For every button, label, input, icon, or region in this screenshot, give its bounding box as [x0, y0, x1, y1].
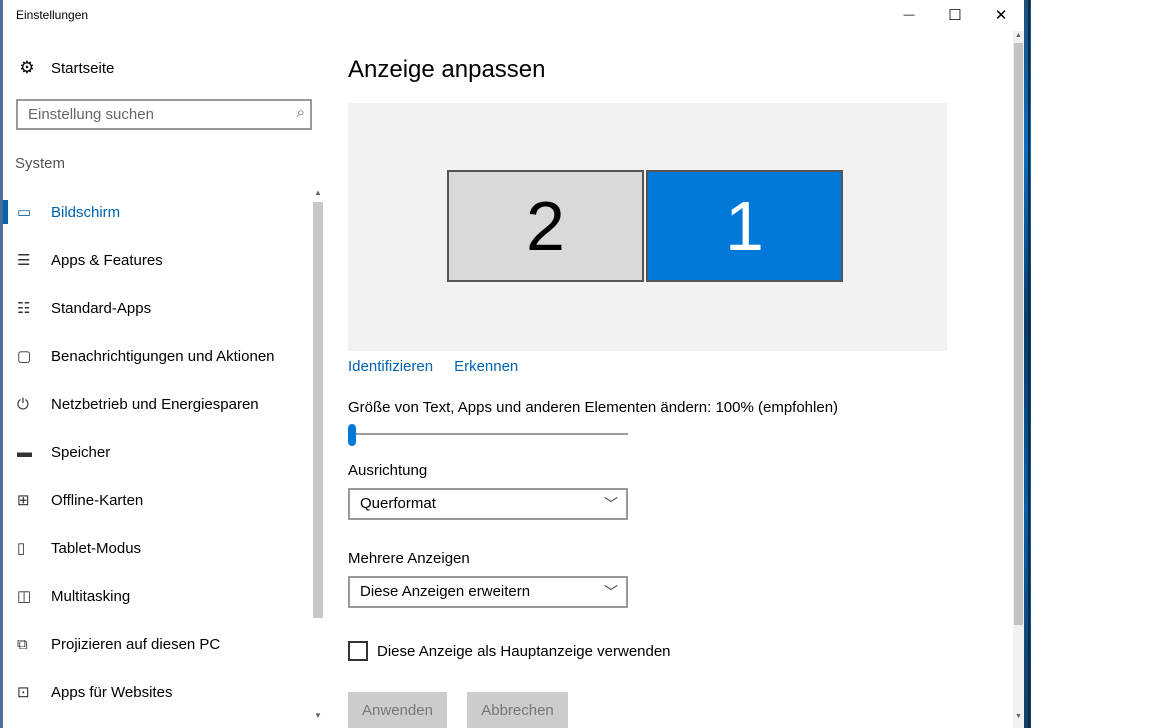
page-title: Anzeige anpassen	[348, 56, 546, 83]
sidebar-item-label: Apps für Websites	[51, 683, 173, 701]
home-link[interactable]: ⚙ Startseite	[17, 56, 114, 80]
sidebar-item-label: Standard-Apps	[51, 299, 152, 317]
main-content: Anzeige anpassen 2 1 Identifizieren Erke…	[323, 31, 1013, 728]
minimize-button[interactable]: —	[886, 0, 932, 30]
maximize-button[interactable]: ☐	[932, 0, 978, 30]
main-display-checkbox[interactable]	[348, 641, 368, 661]
sidebar-item-apps-features[interactable]: ☰ Apps & Features	[3, 236, 311, 284]
chevron-down-icon: ﹀	[604, 496, 618, 512]
scroll-down-icon[interactable]: ▼	[314, 711, 322, 720]
scroll-up-icon[interactable]: ▲	[314, 188, 322, 197]
sidebar-item-speicher[interactable]: ▬ Speicher	[3, 428, 311, 476]
settings-window: Einstellungen — ☐ ✕ ⚙ Startseite Einstel…	[0, 0, 1024, 728]
multiple-displays-dropdown[interactable]: Diese Anzeigen erweitern ﹀	[348, 576, 628, 608]
notification-icon: ▢	[17, 348, 32, 365]
search-input[interactable]: Einstellung suchen	[28, 106, 154, 123]
sidebar-item-label: Apps & Features	[51, 251, 163, 269]
detect-link[interactable]: Erkennen	[454, 358, 518, 375]
sidebar-item-label: Projizieren auf diesen PC	[51, 635, 221, 653]
tablet-icon: ▯	[17, 540, 26, 557]
sidebar-item-apps-websites[interactable]: ⊡ Apps für Websites	[3, 668, 311, 716]
sidebar-scrollbar[interactable]: ▲ ▼	[313, 188, 323, 728]
sidebar-nav: ▭ Bildschirm ☰ Apps & Features ☷ Standard-App…	[3, 188, 311, 716]
sidebar-item-label: Speicher	[51, 443, 111, 461]
scale-slider-thumb[interactable]	[348, 424, 356, 446]
power-icon: ⏻	[17, 395, 29, 413]
sidebar: ⚙ Startseite Einstellung suchen ⌕ System…	[3, 31, 323, 728]
identify-link[interactable]: Identifizieren	[348, 358, 433, 375]
sidebar-item-label: Bildschirm	[51, 203, 121, 221]
scale-label: Größe von Text, Apps und anderen Element…	[348, 399, 839, 416]
sidebar-item-offline-karten[interactable]: ⊞ Offline-Karten	[3, 476, 311, 524]
cancel-button[interactable]: Abbrechen	[467, 692, 568, 728]
title-bar: Einstellungen — ☐ ✕	[3, 0, 1024, 31]
multitasking-icon: ◫	[17, 588, 32, 605]
close-button[interactable]: ✕	[978, 0, 1024, 30]
gear-icon: ⚙	[19, 58, 35, 77]
project-icon: ⧉	[17, 635, 28, 653]
screen: Einstellungen — ☐ ✕ ⚙ Startseite Einstel…	[0, 0, 1152, 728]
maximize-icon: ☐	[948, 7, 962, 24]
multiple-displays-value: Diese Anzeigen erweitern	[360, 583, 531, 600]
list-icon: ☰	[17, 252, 31, 269]
monitor-icon: ▭	[17, 204, 32, 221]
monitor-2[interactable]: 2	[447, 170, 644, 282]
sidebar-item-standard-apps[interactable]: ☷ Standard-Apps	[3, 284, 311, 332]
close-icon: ✕	[994, 7, 1008, 24]
monitor-1[interactable]: 1	[646, 170, 843, 282]
main-scroll-thumb[interactable]	[1014, 43, 1023, 625]
sidebar-item-multitasking[interactable]: ◫ Multitasking	[3, 572, 311, 620]
scroll-down-icon[interactable]: ▼	[1015, 713, 1022, 720]
display-links: Identifizieren Erkennen	[348, 358, 518, 375]
group-label-system: System	[15, 155, 66, 172]
link-icon: ⊡	[17, 684, 30, 701]
sidebar-item-bildschirm[interactable]: ▭ Bildschirm	[3, 188, 311, 236]
sidebar-item-label: Multitasking	[51, 587, 131, 605]
selection-indicator	[3, 200, 8, 224]
sidebar-item-label: Benachrichtigungen und Aktionen	[51, 347, 275, 365]
sidebar-item-projizieren[interactable]: ⧉ Projizieren auf diesen PC	[3, 620, 311, 668]
orientation-value: Querformat	[360, 495, 436, 512]
orientation-dropdown[interactable]: Querformat ﹀	[348, 488, 628, 520]
scale-slider-track[interactable]	[348, 433, 628, 435]
map-icon: ⊞	[17, 492, 30, 509]
chevron-down-icon: ﹀	[604, 584, 618, 600]
list-check-icon: ☷	[17, 300, 31, 317]
multiple-displays-label: Mehrere Anzeigen	[348, 550, 470, 567]
main-display-label: Diese Anzeige als Hauptanzeige verwenden	[377, 642, 671, 660]
sidebar-item-label: Offline-Karten	[51, 491, 144, 509]
window-title: Einstellungen	[16, 8, 89, 22]
scroll-up-icon[interactable]: ▲	[1015, 32, 1022, 39]
sidebar-item-tablet-modus[interactable]: ▯ Tablet-Modus	[3, 524, 311, 572]
display-arrangement: 2 1	[348, 103, 947, 351]
storage-icon: ▬	[17, 443, 32, 461]
sidebar-item-label: Netzbetrieb und Energiesparen	[51, 395, 259, 413]
sidebar-item-label: Tablet-Modus	[51, 539, 142, 557]
minimize-icon: —	[903, 9, 915, 21]
home-label: Startseite	[51, 59, 115, 77]
orientation-label: Ausrichtung	[348, 462, 428, 479]
main-scrollbar[interactable]: ▲ ▼	[1013, 31, 1024, 728]
main-display-option[interactable]: Diese Anzeige als Hauptanzeige verwenden	[348, 641, 671, 661]
sidebar-item-netzbetrieb[interactable]: ⏻ Netzbetrieb und Energiesparen	[3, 380, 311, 428]
sidebar-item-benachrichtigungen[interactable]: ▢ Benachrichtigungen und Aktionen	[3, 332, 311, 380]
sidebar-scroll-thumb[interactable]	[313, 202, 323, 618]
desktop-edge	[1028, 0, 1030, 728]
search-icon[interactable]: ⌕	[297, 104, 305, 121]
apply-button[interactable]: Anwenden	[348, 692, 447, 728]
search-box[interactable]: Einstellung suchen ⌕	[16, 99, 312, 130]
